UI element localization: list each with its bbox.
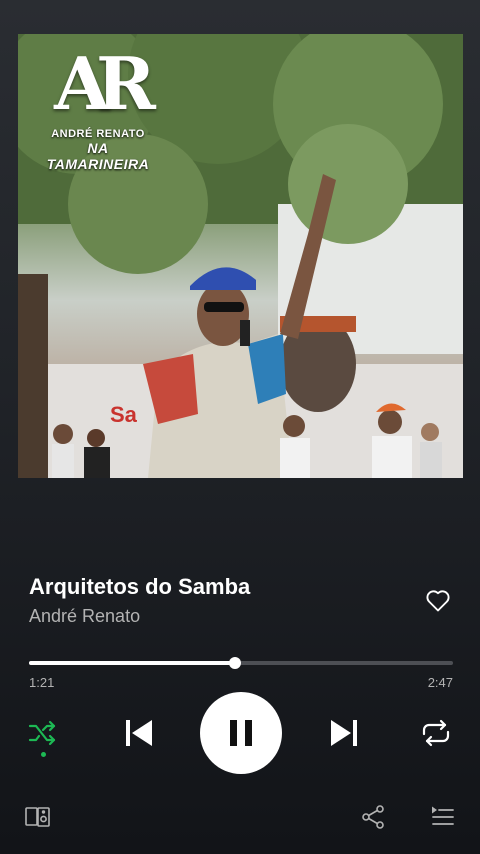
- progress-fill: [29, 661, 235, 665]
- shuffle-active-indicator: [41, 752, 46, 757]
- repeat-icon: [422, 719, 450, 747]
- previous-button[interactable]: [123, 717, 155, 749]
- shuffle-button[interactable]: [27, 718, 61, 750]
- progress-handle[interactable]: [228, 657, 241, 669]
- queue-icon: [432, 806, 454, 825]
- album-art: Sa AR ANDRÉ RENATO NA TAMARINEIRA: [18, 34, 463, 478]
- pause-button[interactable]: [200, 692, 282, 774]
- logo-line2: NA TAMARINEIRA: [46, 140, 150, 172]
- like-button[interactable]: [424, 586, 452, 614]
- share-button[interactable]: [360, 804, 386, 830]
- skip-previous-icon: [126, 720, 152, 746]
- album-logo: AR ANDRÉ RENATO NA TAMARINEIRA: [38, 41, 158, 173]
- track-artist[interactable]: André Renato: [29, 606, 140, 627]
- skip-next-icon: [331, 720, 357, 746]
- logo-monogram: AR: [54, 41, 156, 126]
- svg-text:Sa: Sa: [110, 402, 138, 427]
- heart-icon: [426, 590, 450, 612]
- shuffle-icon: [28, 720, 56, 746]
- devices-button[interactable]: [24, 804, 52, 830]
- logo-line1: ANDRÉ RENATO: [51, 128, 145, 140]
- progress-bar[interactable]: [29, 657, 453, 669]
- pause-icon: [230, 720, 252, 746]
- share-icon: [362, 805, 384, 829]
- track-title: Arquitetos do Samba: [29, 574, 251, 599]
- next-button[interactable]: [328, 717, 360, 749]
- elapsed-time: 1:21: [29, 675, 55, 690]
- repeat-button[interactable]: [420, 719, 454, 749]
- queue-button[interactable]: [429, 805, 455, 829]
- total-duration: 2:47: [427, 675, 453, 690]
- devices-icon: [25, 807, 50, 827]
